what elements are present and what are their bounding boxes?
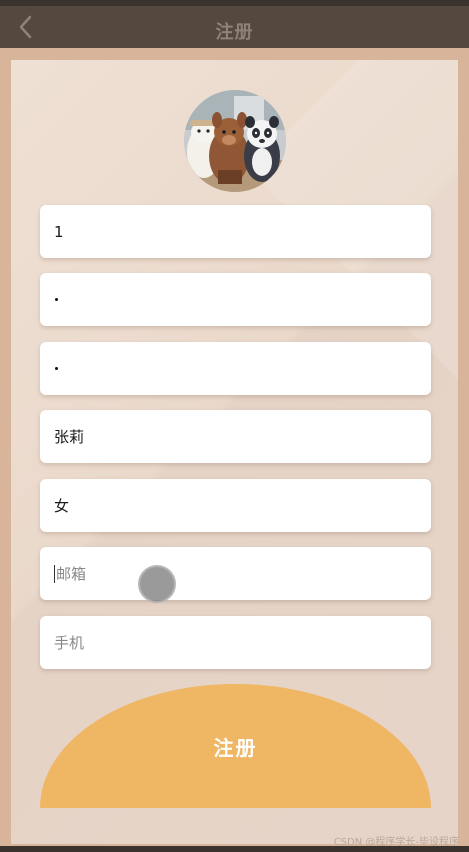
email-placeholder: 邮箱 xyxy=(56,565,87,583)
bottom-bar xyxy=(0,846,469,852)
gender-value: 女 xyxy=(54,497,70,515)
phone-placeholder: 手机 xyxy=(54,634,85,652)
username-field[interactable]: 1 xyxy=(40,205,431,258)
gender-field[interactable]: 女 xyxy=(40,479,431,532)
real-name-field[interactable]: 张莉 xyxy=(40,410,431,463)
page-title: 注册 xyxy=(215,22,254,43)
touch-indicator xyxy=(138,565,176,603)
real-name-value: 张莉 xyxy=(54,428,85,446)
password-mask xyxy=(55,298,58,301)
register-button-label: 注册 xyxy=(213,735,258,760)
username-value: 1 xyxy=(54,222,64,241)
phone-field[interactable]: 手机 xyxy=(40,616,431,669)
email-field[interactable]: 邮箱 xyxy=(40,547,431,600)
password-field[interactable]: • xyxy=(40,273,431,326)
confirm-password-field[interactable]: • xyxy=(40,342,431,395)
navigation-bar: 注册 xyxy=(0,6,469,48)
text-cursor xyxy=(54,564,55,583)
avatar[interactable] xyxy=(184,90,286,192)
avatar-image xyxy=(184,90,286,192)
confirm-password-mask xyxy=(55,367,58,370)
